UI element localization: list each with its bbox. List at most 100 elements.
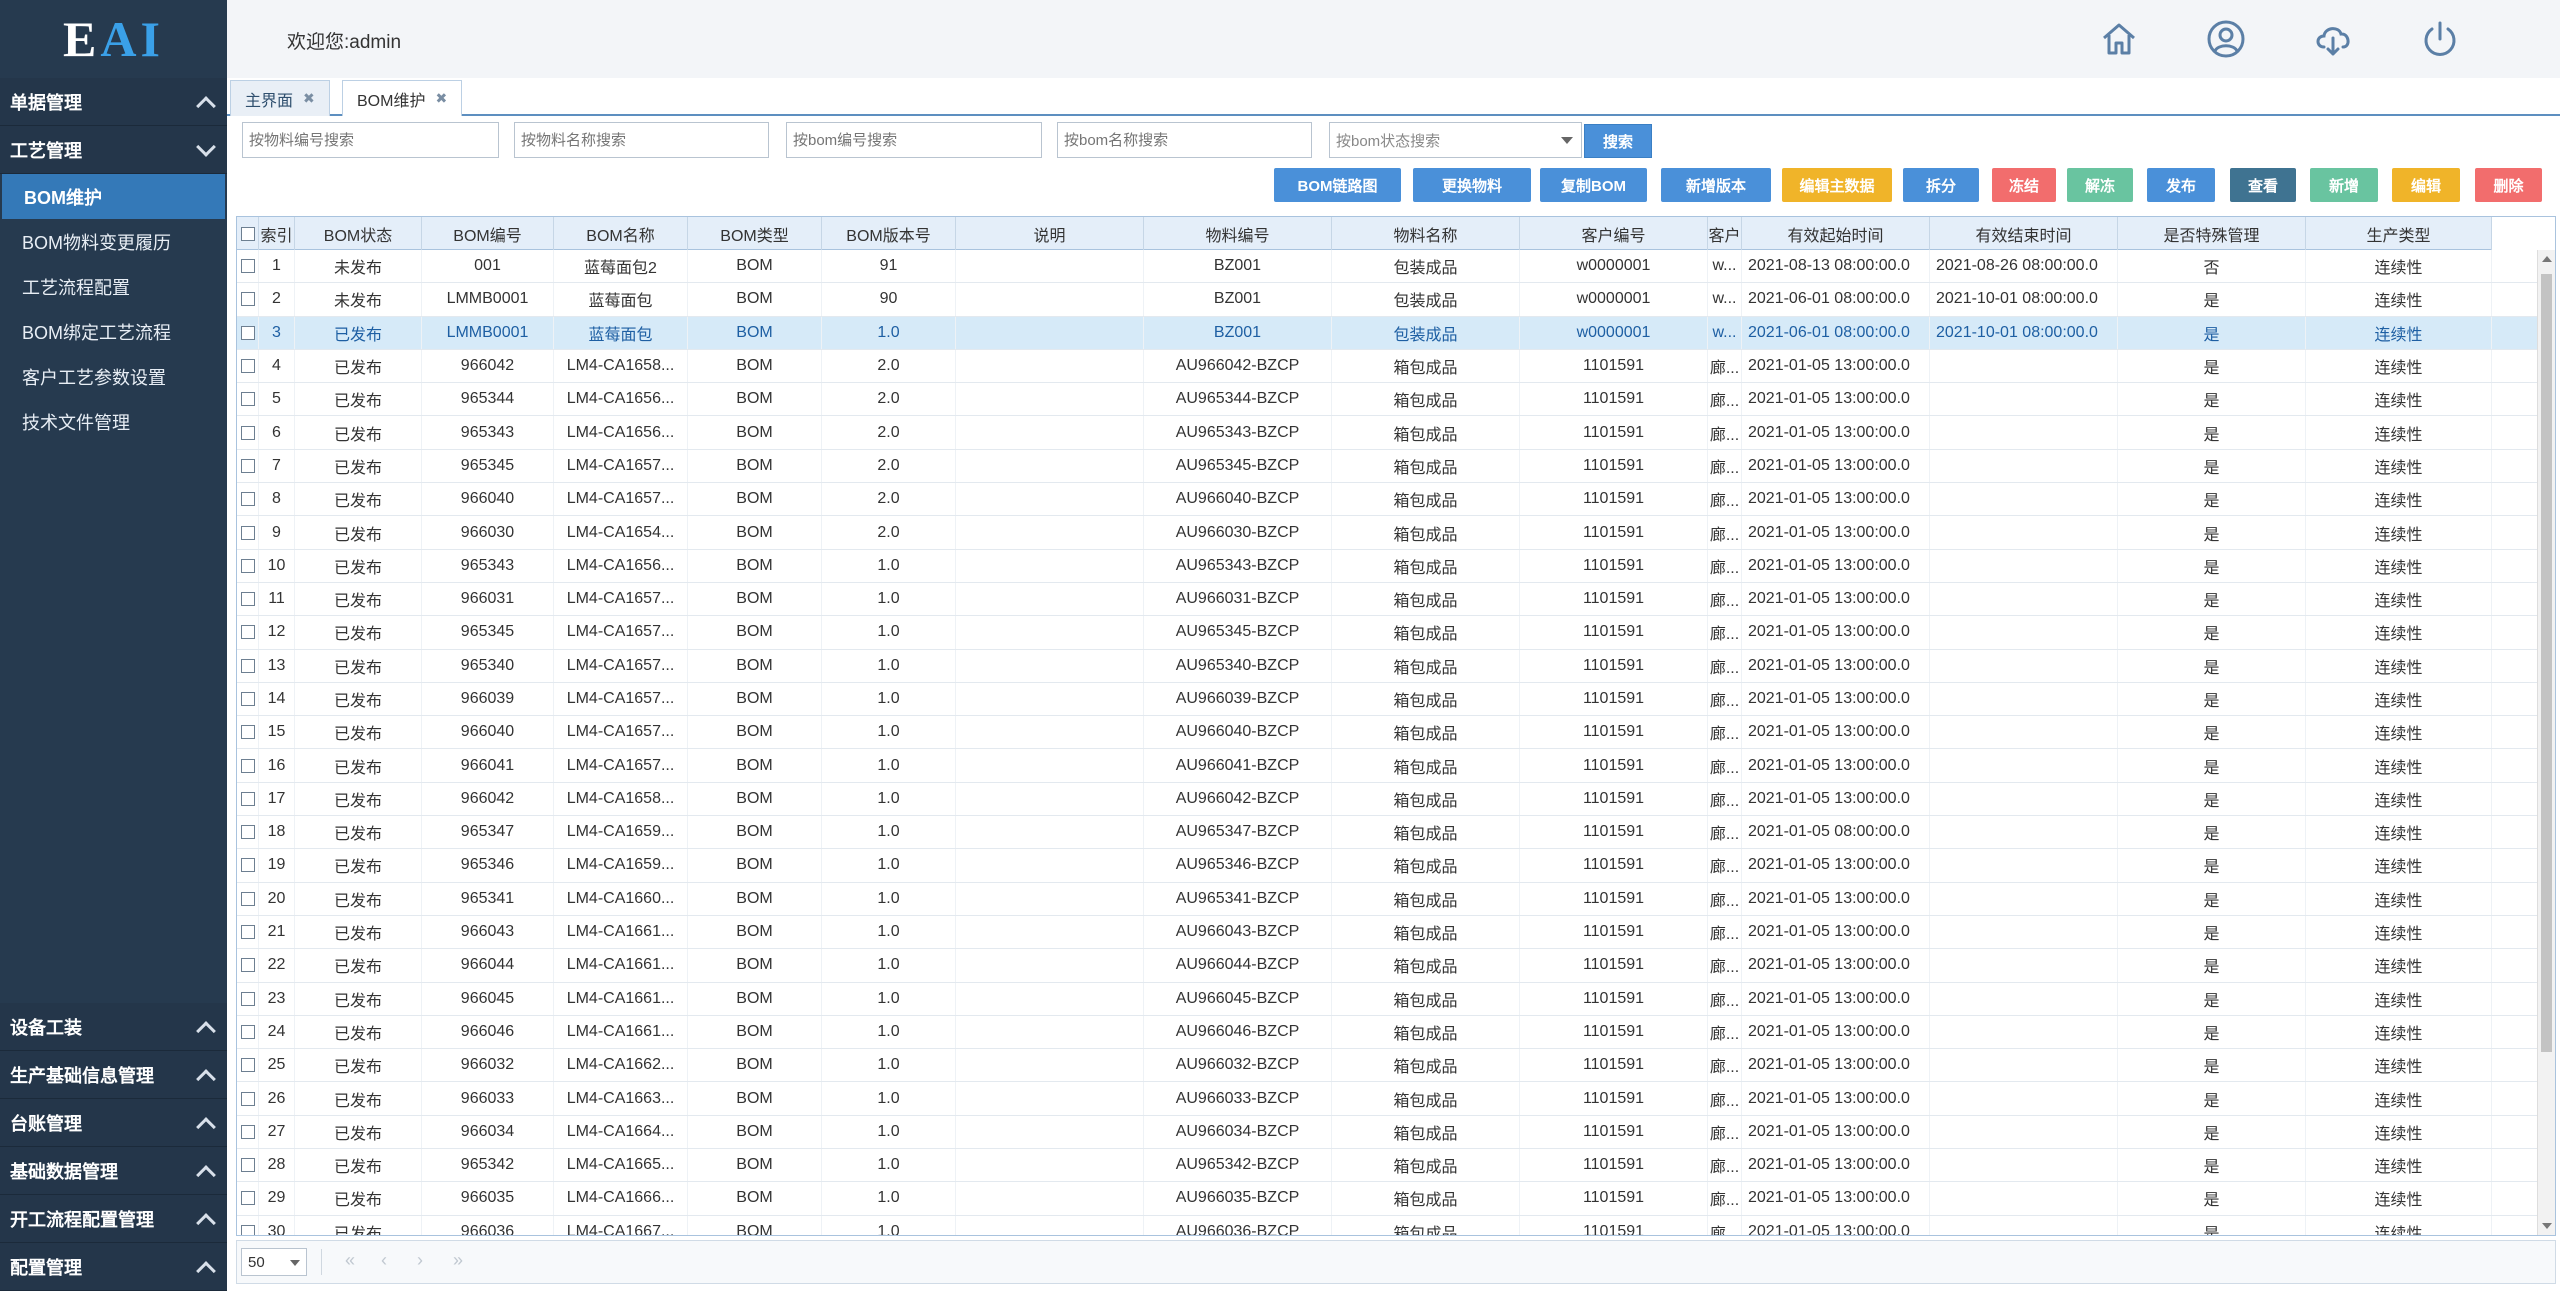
sidebar-group[interactable]: 台账管理 xyxy=(0,1099,227,1147)
checkbox[interactable] xyxy=(240,1191,255,1206)
column-header[interactable]: 有效起始时间 xyxy=(1742,217,1930,250)
row-checkbox-cell[interactable] xyxy=(237,782,259,816)
row-checkbox-cell[interactable] xyxy=(237,449,259,483)
row-checkbox-cell[interactable] xyxy=(237,882,259,915)
table-row[interactable]: 28 已发布 965342 LM4-CA1665... BOM 1.0 AU965342-B… xyxy=(237,1149,2537,1183)
checkbox[interactable] xyxy=(240,558,255,573)
table-row[interactable]: 4 已发布 966042 LM4-CA1658... BOM 2.0 AU966042-BZ… xyxy=(237,349,2537,384)
user-circle-icon[interactable] xyxy=(2203,16,2249,62)
cloud-download-icon[interactable] xyxy=(2310,16,2356,62)
checkbox[interactable] xyxy=(240,991,255,1006)
close-icon[interactable]: ✖ xyxy=(303,90,315,107)
checkbox[interactable] xyxy=(240,692,255,706)
sidebar-group[interactable]: 设备工装 xyxy=(0,1003,227,1051)
last-page-icon[interactable]: » xyxy=(453,1250,463,1271)
toolbar-button[interactable]: 编辑 xyxy=(2392,168,2460,202)
column-header[interactable]: BOM编号 xyxy=(422,217,554,250)
row-checkbox-cell[interactable] xyxy=(237,1015,259,1049)
table-row[interactable]: 26 已发布 966033 LM4-CA1663... BOM 1.0 AU966033-B… xyxy=(237,1082,2537,1116)
checkbox[interactable] xyxy=(240,226,255,241)
bom-code-search-input[interactable] xyxy=(786,122,1042,158)
material-name-search-input[interactable] xyxy=(514,122,769,158)
table-row[interactable]: 15 已发布 966040 LM4-CA1657... BOM 1.0 AU966040-B… xyxy=(237,716,2537,750)
column-header[interactable]: 索引 xyxy=(259,217,295,250)
table-row[interactable]: 19 已发布 965346 LM4-CA1659... BOM 1.0 AU965346-B… xyxy=(237,849,2537,883)
table-row[interactable]: 2 未发布 LMMB0001 蓝莓面包 BOM 90 BZ001 包装成品 w0000001 w.… xyxy=(237,283,2537,317)
checkbox[interactable] xyxy=(240,392,255,407)
table-row[interactable]: 13 已发布 965340 LM4-CA1657... BOM 1.0 AU965340-B… xyxy=(237,649,2537,683)
toolbar-button[interactable]: 新增 xyxy=(2310,168,2378,202)
row-checkbox-cell[interactable] xyxy=(237,1115,259,1149)
checkbox[interactable] xyxy=(240,825,255,840)
checkbox[interactable] xyxy=(240,292,255,307)
bom-status-select[interactable]: 按bom状态搜索 xyxy=(1329,122,1582,158)
table-row[interactable]: 17 已发布 966042 LM4-CA1658... BOM 1.0 AU966042-B… xyxy=(237,782,2537,817)
table-row[interactable]: 14 已发布 966039 LM4-CA1657... BOM 1.0 AU966039-B… xyxy=(237,682,2537,717)
row-checkbox-cell[interactable] xyxy=(237,649,259,682)
checkbox[interactable] xyxy=(240,625,255,640)
row-checkbox-cell[interactable] xyxy=(237,582,259,616)
column-header[interactable]: 物料编号 xyxy=(1144,217,1332,250)
checkbox[interactable] xyxy=(240,592,255,607)
toolbar-button[interactable]: 拆分 xyxy=(1903,168,1979,202)
column-header[interactable]: BOM版本号 xyxy=(822,217,956,250)
table-row[interactable]: 5 已发布 965344 LM4-CA1656... BOM 2.0 AU965344-BZ… xyxy=(237,383,2537,417)
column-header[interactable]: 是否特殊管理 xyxy=(2118,217,2306,250)
table-row[interactable]: 30 已发布 966036 LM4-CA1667... BOM 1.0 AU966036-B… xyxy=(237,1215,2537,1235)
row-checkbox-cell[interactable] xyxy=(237,250,259,283)
page-size-select[interactable]: 50 xyxy=(241,1248,307,1276)
checkbox[interactable] xyxy=(240,458,255,473)
checkbox[interactable] xyxy=(240,958,255,973)
column-header[interactable]: 有效结束时间 xyxy=(1930,217,2118,250)
table-row[interactable]: 9 已发布 966030 LM4-CA1654... BOM 2.0 AU966030-BZ… xyxy=(237,516,2537,550)
table-row[interactable]: 6 已发布 965343 LM4-CA1656... BOM 2.0 AU965343-BZ… xyxy=(237,416,2537,450)
checkbox[interactable] xyxy=(240,1058,255,1073)
row-checkbox-cell[interactable] xyxy=(237,349,259,383)
scrollbar-thumb[interactable] xyxy=(2541,274,2552,1052)
search-button[interactable]: 搜索 xyxy=(1584,124,1652,158)
row-checkbox-cell[interactable] xyxy=(237,849,259,882)
row-checkbox-cell[interactable] xyxy=(237,416,259,449)
row-checkbox-cell[interactable] xyxy=(237,1049,259,1082)
column-header[interactable]: 客户编号 xyxy=(1520,217,1708,250)
checkbox[interactable] xyxy=(240,1024,255,1039)
row-checkbox-cell[interactable] xyxy=(237,316,259,349)
row-checkbox-cell[interactable] xyxy=(237,1215,259,1235)
toolbar-button[interactable]: 更换物料 xyxy=(1413,168,1531,202)
row-checkbox-cell[interactable] xyxy=(237,549,259,582)
checkbox[interactable] xyxy=(240,1224,255,1235)
vertical-scrollbar[interactable] xyxy=(2537,250,2555,1235)
row-checkbox-cell[interactable] xyxy=(237,915,259,949)
column-header[interactable]: 物料名称 xyxy=(1332,217,1520,250)
column-header[interactable]: BOM类型 xyxy=(688,217,822,250)
toolbar-button[interactable]: 查看 xyxy=(2230,168,2296,202)
table-row[interactable]: 3 已发布 LMMB0001 蓝莓面包 BOM 1.0 BZ001 包装成品 w0000001 w… xyxy=(237,316,2537,350)
table-row[interactable]: 7 已发布 965345 LM4-CA1657... BOM 2.0 AU965345-BZ… xyxy=(237,449,2537,484)
row-checkbox-cell[interactable] xyxy=(237,616,259,649)
toolbar-button[interactable]: 解冻 xyxy=(2067,168,2133,202)
row-checkbox-cell[interactable] xyxy=(237,816,259,849)
column-header[interactable]: BOM状态 xyxy=(295,217,422,250)
checkbox[interactable] xyxy=(240,1158,255,1173)
sidebar-group[interactable]: 单据管理 xyxy=(0,78,227,126)
bom-name-search-input[interactable] xyxy=(1057,122,1312,158)
checkbox[interactable] xyxy=(240,925,255,940)
sidebar-group[interactable]: 基础数据管理 xyxy=(0,1147,227,1195)
row-checkbox-cell[interactable] xyxy=(237,1082,259,1115)
material-code-search-input[interactable] xyxy=(242,122,499,158)
table-row[interactable]: 18 已发布 965347 LM4-CA1659... BOM 1.0 AU965347-B… xyxy=(237,816,2537,850)
table-row[interactable]: 21 已发布 966043 LM4-CA1661... BOM 1.0 AU966043-B… xyxy=(237,915,2537,950)
toolbar-button[interactable]: 冻结 xyxy=(1992,168,2056,202)
table-row[interactable]: 20 已发布 965341 LM4-CA1660... BOM 1.0 AU965341-B… xyxy=(237,882,2537,916)
sidebar-item[interactable]: 工艺流程配置 xyxy=(0,264,227,309)
checkbox[interactable] xyxy=(240,259,255,274)
power-icon[interactable] xyxy=(2417,16,2463,62)
checkbox[interactable] xyxy=(240,891,255,906)
row-checkbox-cell[interactable] xyxy=(237,383,259,416)
table-row[interactable]: 22 已发布 966044 LM4-CA1661... BOM 1.0 AU966044-B… xyxy=(237,949,2537,983)
tab-home[interactable]: 主界面 ✖ xyxy=(230,80,330,116)
checkbox[interactable] xyxy=(240,492,255,507)
first-page-icon[interactable]: « xyxy=(345,1250,355,1271)
next-page-icon[interactable]: › xyxy=(417,1250,423,1271)
column-header[interactable]: 客户 xyxy=(1708,217,1742,250)
